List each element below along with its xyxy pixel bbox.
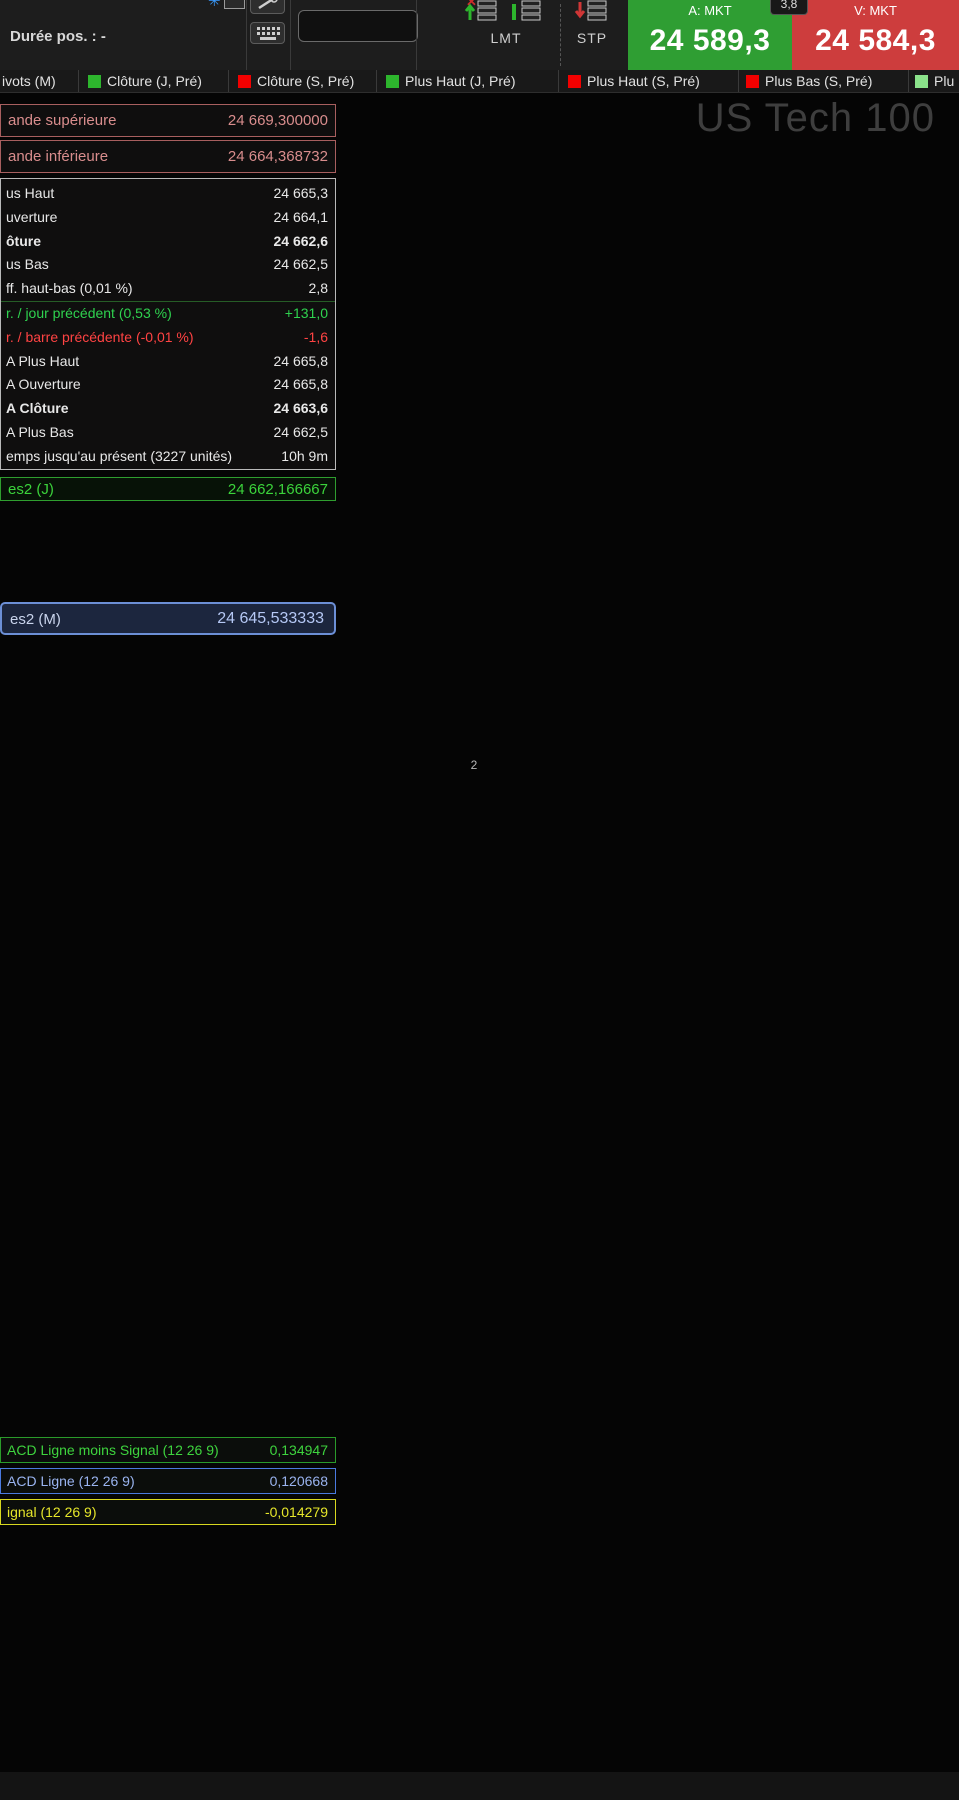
legend-divider — [376, 70, 377, 92]
time-axis[interactable] — [0, 1772, 959, 1800]
position-duration-label: Durée pos. : - — [10, 28, 106, 45]
legend-item-plus-haut-j[interactable]: Plus Haut (J, Pré) — [386, 70, 515, 92]
stop-order-label[interactable]: STP — [562, 30, 622, 46]
quantity-input[interactable] — [298, 10, 418, 42]
es2-monthly-overlay[interactable]: es2 (M) 24 645,533333 — [0, 602, 336, 635]
stat-row: A Ouverture 24 665,8 — [6, 376, 328, 393]
es2-monthly-label: es2 (M) — [10, 611, 61, 628]
red-swatch — [746, 74, 759, 88]
stat-row-var-bar: r. / barre précédente (-0,01 %) -1,6 — [6, 328, 328, 345]
indicator-legend-bar: ivots (M) Clôture (J, Pré) Clôture (S, P… — [0, 70, 959, 93]
band-lower-row[interactable]: ande inférieure 24 664,368732 — [0, 140, 336, 173]
macd-line-row[interactable]: ACD Ligne (12 26 9) 0,120668 — [0, 1468, 336, 1494]
stat-row: us Bas 24 662,5 — [6, 256, 328, 273]
macd-line-value: 0,120668 — [269, 1473, 328, 1489]
green-swatch — [386, 74, 399, 88]
es2-daily-value: 24 662,166667 — [227, 481, 328, 498]
legend-divider — [738, 70, 739, 92]
macd-signal-label: ignal (12 26 9) — [7, 1504, 97, 1520]
divider — [416, 0, 417, 70]
es2-monthly-value: 24 645,533333 — [217, 610, 324, 627]
buy-market-button[interactable]: A: MKT 24 589,3 — [628, 0, 792, 70]
keyboard-button[interactable] — [250, 22, 285, 44]
stop-order-icon[interactable] — [574, 0, 610, 27]
stat-row: A Clôture 24 663,6 — [6, 400, 328, 417]
stat-row-time: emps jusqu'au présent (3227 unités) 10h 9… — [6, 447, 328, 464]
data-window-panel[interactable]: us Haut 24 665,3 uverture 24 664,1 ôture 24… — [0, 178, 336, 470]
macd-line-label: ACD Ligne (12 26 9) — [7, 1473, 135, 1489]
legend-item-plus-bas-s[interactable]: Plus Bas (S, Pré) — [746, 70, 872, 92]
sell-tag: V: MKT — [854, 3, 897, 18]
wrench-tool-button[interactable] — [250, 0, 285, 14]
legend-divider — [78, 70, 79, 92]
stat-row-var-day: r. / jour précédent (0,53 %) +131,0 — [1, 300, 335, 326]
stat-row: ôture 24 662,6 — [6, 232, 328, 249]
band-upper-value: 24 669,300000 — [227, 112, 328, 129]
macd-histogram-value: 0,134947 — [269, 1442, 328, 1458]
macd-signal-value: -0,014279 — [264, 1504, 328, 1520]
spread-badge: 3,8 — [770, 0, 808, 15]
sell-market-button[interactable]: V: MKT 24 584,3 — [792, 0, 959, 70]
legend-item-cloture-s[interactable]: Clôture (S, Pré) — [238, 70, 354, 92]
trade-count-marker: 2 — [470, 758, 478, 772]
red-swatch — [238, 74, 251, 88]
lightgreen-swatch — [915, 74, 928, 88]
stat-row: uverture 24 664,1 — [6, 208, 328, 225]
buy-limit-icon[interactable] — [464, 0, 500, 27]
divider-dashed — [560, 4, 561, 66]
es2-daily-overlay[interactable]: es2 (J) 24 662,166667 — [0, 477, 336, 501]
partial-input[interactable] — [224, 0, 245, 9]
band-upper-row[interactable]: ande supérieure 24 669,300000 — [0, 104, 336, 137]
stat-row: A Plus Haut 24 665,8 — [6, 352, 328, 369]
sell-limit-icon[interactable] — [508, 0, 544, 27]
limit-order-label[interactable]: LMT — [476, 30, 536, 46]
legend-item-plus[interactable]: Plu — [915, 70, 954, 92]
stat-row: A Plus Bas 24 662,5 — [6, 423, 328, 440]
snowflake-icon: ✳ — [208, 0, 221, 10]
trading-app-window: US Tech 100 Durée pos. : - ✳ ✕ LMT STP A… — [0, 0, 959, 1800]
divider — [290, 0, 291, 70]
keyboard-icon — [257, 27, 280, 40]
band-upper-label: ande supérieure — [8, 112, 117, 129]
order-toolbar: Durée pos. : - ✳ ✕ LMT STP A: MKT 24 589… — [0, 0, 959, 71]
macd-signal-row[interactable]: ignal (12 26 9) -0,014279 — [0, 1499, 336, 1525]
stat-row: us Haut 24 665,3 — [6, 185, 328, 201]
bid-price: 24 584,3 — [815, 24, 936, 57]
divider — [246, 0, 247, 70]
legend-item-cloture-j[interactable]: Clôture (J, Pré) — [88, 70, 202, 92]
stat-row: ff. haut-bas (0,01 %) 2,8 — [6, 280, 328, 297]
band-lower-label: ande inférieure — [8, 148, 109, 165]
macd-histogram-label: ACD Ligne moins Signal (12 26 9) — [7, 1442, 219, 1458]
wrench-icon — [258, 0, 278, 10]
green-swatch — [88, 74, 101, 88]
legend-divider — [228, 70, 229, 92]
band-lower-value: 24 664,368732 — [227, 148, 328, 165]
macd-histogram-row[interactable]: ACD Ligne moins Signal (12 26 9) 0,13494… — [0, 1437, 336, 1463]
legend-item-pivots[interactable]: ivots (M) — [2, 70, 56, 92]
legend-divider — [558, 70, 559, 92]
legend-item-plus-haut-s[interactable]: Plus Haut (S, Pré) — [568, 70, 700, 92]
ask-price: 24 589,3 — [649, 24, 771, 57]
instrument-watermark: US Tech 100 — [695, 96, 935, 140]
red-swatch — [568, 74, 581, 88]
buy-tag: A: MKT — [688, 3, 732, 18]
es2-daily-label: es2 (J) — [8, 481, 54, 498]
legend-divider — [908, 70, 909, 92]
